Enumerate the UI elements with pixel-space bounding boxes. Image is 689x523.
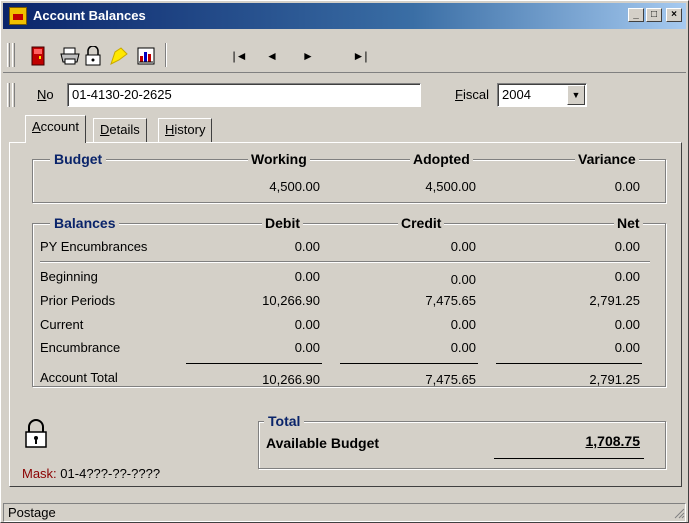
account-balances-window: Account Balances _ □ × |◄ ◄ ► ►| No 01-4… bbox=[0, 0, 689, 523]
row-credit: 7,475.65 bbox=[425, 293, 476, 308]
tab-details[interactable]: Details bbox=[93, 118, 147, 142]
chevron-down-icon[interactable]: ▼ bbox=[567, 85, 585, 105]
py-net: 0.00 bbox=[614, 239, 640, 254]
row-label: Prior Periods bbox=[40, 293, 116, 308]
account-search-row: No 01-4130-20-2625 Fiscal 2004 ▼ bbox=[3, 81, 686, 111]
next-record-button[interactable]: ► bbox=[297, 46, 319, 66]
account-no-input[interactable]: 01-4130-20-2625 bbox=[67, 83, 421, 107]
budget-working-value: 4,500.00 bbox=[269, 179, 320, 194]
row-label: Beginning bbox=[40, 269, 98, 284]
minimize-button[interactable]: _ bbox=[628, 8, 644, 22]
balances-title: Balances bbox=[50, 215, 120, 231]
row-net: 0.00 bbox=[614, 317, 640, 332]
prev-icon: ◄ bbox=[266, 49, 278, 63]
toolbar-grip[interactable] bbox=[7, 43, 10, 67]
row-label: Encumbrance bbox=[40, 340, 121, 355]
last-record-button[interactable]: ►| bbox=[349, 46, 371, 66]
app-icon[interactable] bbox=[9, 7, 27, 25]
mask-value: 01-4???-??-???? bbox=[60, 466, 161, 481]
account-tab-panel: Budget Working Adopted Variance 4,500.00… bbox=[9, 142, 682, 487]
row-credit: 0.00 bbox=[450, 272, 476, 287]
net-total-rule bbox=[496, 363, 642, 364]
balances-net-header: Net bbox=[614, 215, 643, 231]
row-debit: 0.00 bbox=[294, 269, 320, 284]
report-icon[interactable] bbox=[135, 46, 157, 66]
tab-history[interactable]: History bbox=[158, 118, 213, 142]
mask-label: Mask: bbox=[22, 466, 57, 481]
row-net: 0.00 bbox=[614, 340, 640, 355]
exit-icon[interactable] bbox=[27, 46, 49, 66]
prev-record-button[interactable]: ◄ bbox=[261, 46, 283, 66]
fiscal-label: Fiscal bbox=[455, 87, 489, 102]
double-underline bbox=[494, 458, 644, 459]
budget-adopted-value: 4,500.00 bbox=[425, 179, 476, 194]
account-total-credit: 7,475.65 bbox=[425, 372, 476, 387]
toolbar-separator bbox=[165, 43, 167, 67]
row-label: Current bbox=[40, 317, 84, 332]
budget-title: Budget bbox=[50, 151, 107, 167]
row-debit: 0.00 bbox=[294, 340, 320, 355]
py-debit: 0.00 bbox=[294, 239, 320, 254]
resize-grip-icon[interactable] bbox=[673, 507, 685, 519]
account-total-debit: 10,266.90 bbox=[262, 372, 320, 387]
status-bar: Postage bbox=[3, 503, 686, 522]
account-total-net: 2,791.25 bbox=[589, 372, 640, 387]
account-no-label: No bbox=[37, 87, 54, 102]
first-record-button[interactable]: |◄ bbox=[229, 46, 251, 66]
available-budget-label: Available Budget bbox=[266, 435, 380, 451]
lock-icon[interactable] bbox=[23, 419, 49, 449]
py-credit: 0.00 bbox=[450, 239, 476, 254]
mask-display: Mask: 01-4???-??-???? bbox=[22, 466, 160, 481]
row-net: 0.00 bbox=[614, 269, 640, 284]
budget-working-header: Working bbox=[248, 151, 310, 167]
py-encumbrances-label: PY Encumbrances bbox=[40, 239, 148, 254]
budget-variance-header: Variance bbox=[575, 151, 639, 167]
available-budget-value: 1,708.75 bbox=[585, 433, 641, 449]
row-grip[interactable] bbox=[12, 83, 15, 107]
budget-adopted-header: Adopted bbox=[410, 151, 473, 167]
balances-credit-header: Credit bbox=[398, 215, 445, 231]
toolbar-grip[interactable] bbox=[12, 43, 15, 67]
py-divider bbox=[40, 261, 650, 263]
credit-total-rule bbox=[340, 363, 478, 364]
row-debit: 0.00 bbox=[294, 317, 320, 332]
fiscal-year-value: 2004 bbox=[502, 87, 531, 102]
window-title: Account Balances bbox=[33, 8, 146, 23]
title-bar[interactable]: Account Balances _ □ × bbox=[3, 3, 686, 29]
maximize-button[interactable]: □ bbox=[646, 8, 662, 22]
budget-variance-value: 0.00 bbox=[614, 179, 640, 194]
print-icon[interactable] bbox=[59, 46, 81, 66]
next-icon: ► bbox=[302, 49, 314, 63]
close-button[interactable]: × bbox=[666, 8, 682, 22]
comment-icon[interactable] bbox=[109, 46, 131, 66]
row-debit: 10,266.90 bbox=[262, 293, 320, 308]
debit-total-rule bbox=[186, 363, 322, 364]
lock-print-icon[interactable] bbox=[83, 45, 105, 66]
status-text: Postage bbox=[8, 505, 56, 520]
first-icon: |◄ bbox=[232, 49, 248, 63]
balances-debit-header: Debit bbox=[262, 215, 303, 231]
row-credit: 0.00 bbox=[450, 340, 476, 355]
row-grip[interactable] bbox=[7, 83, 10, 107]
toolbar: |◄ ◄ ► ►| bbox=[3, 35, 686, 73]
row-credit: 0.00 bbox=[450, 317, 476, 332]
account-total-label: Account Total bbox=[40, 370, 118, 385]
row-net: 2,791.25 bbox=[589, 293, 640, 308]
total-title: Total bbox=[264, 413, 305, 429]
tab-account[interactable]: Account bbox=[25, 115, 86, 143]
last-icon: ►| bbox=[352, 49, 368, 63]
